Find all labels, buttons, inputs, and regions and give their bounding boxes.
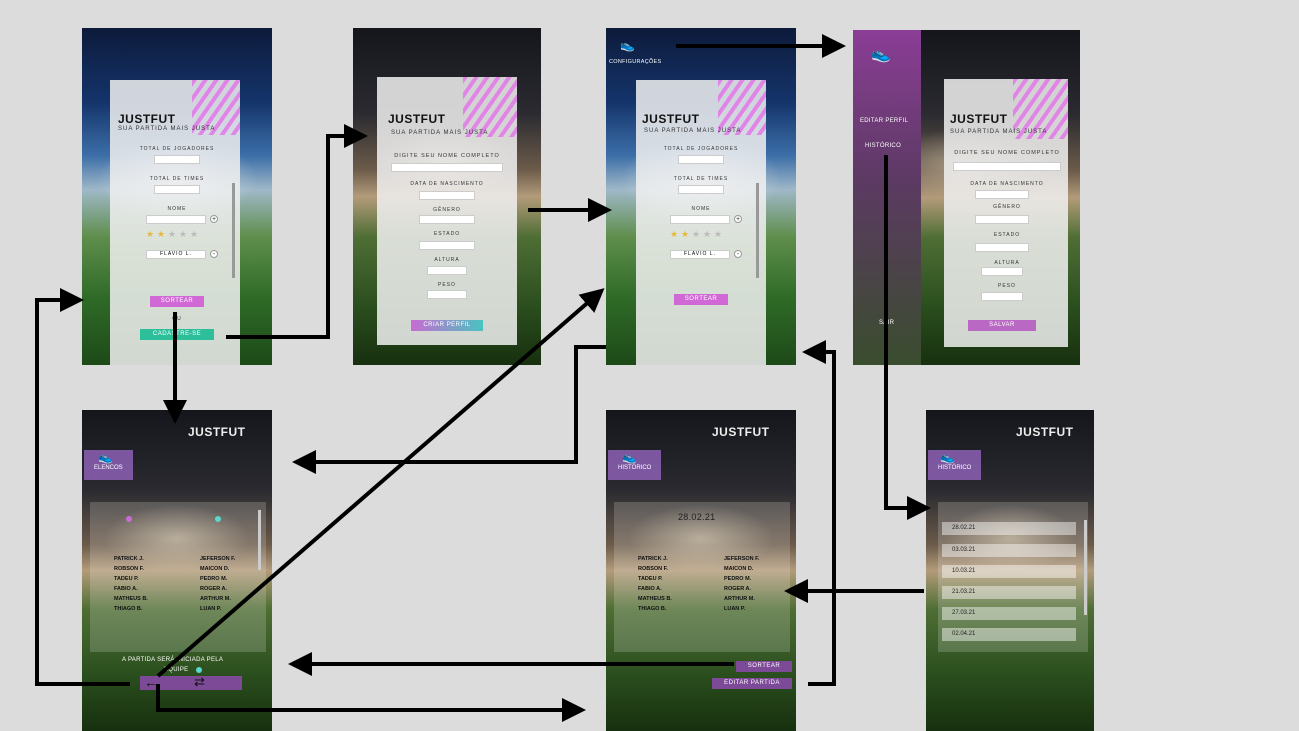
flow-arrow-shuffle (156, 684, 586, 722)
flow-arrow-register (226, 124, 368, 339)
flow-arrow-back-home (35, 288, 130, 686)
flow-arrow-edit-match (802, 340, 836, 686)
flow-arrow-history (884, 155, 931, 520)
flow-arrows (35, 34, 931, 722)
flow-arrow-teams-home (156, 288, 605, 678)
flow-arrow-logged-teams (292, 345, 606, 474)
